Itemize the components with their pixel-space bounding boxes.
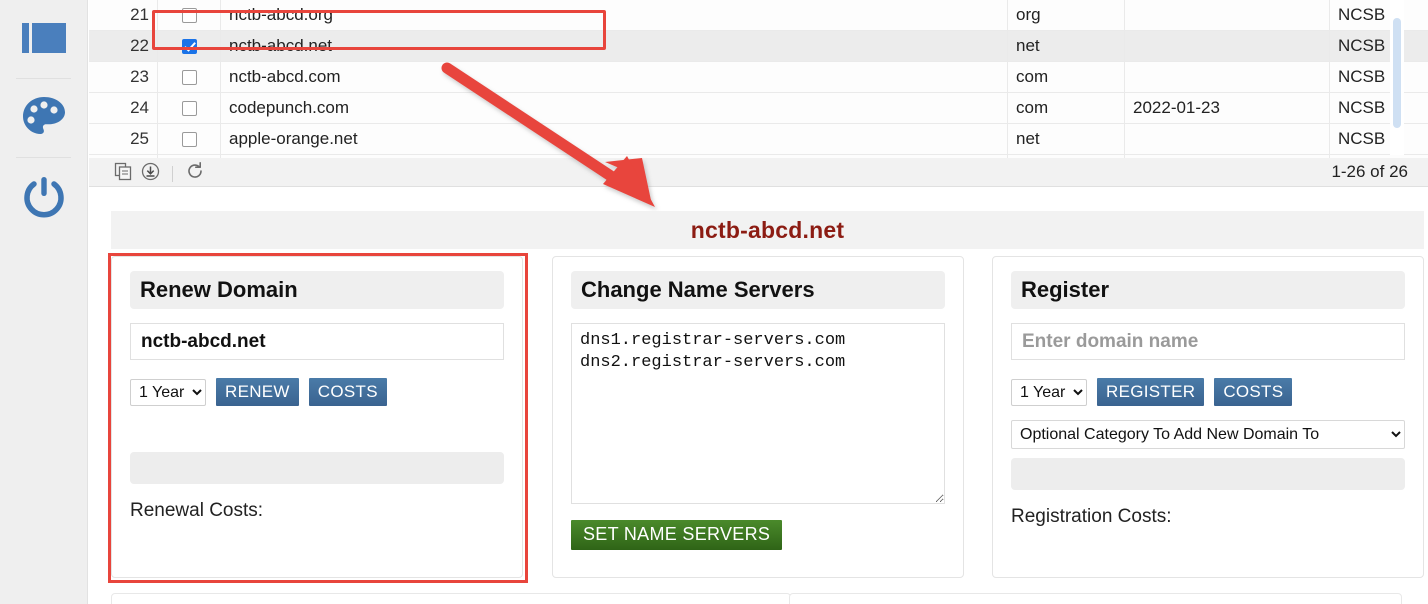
download-icon[interactable] [141, 162, 160, 186]
row-tld: org [1007, 0, 1125, 31]
domain-action-panels: Renew Domain nctb-abcd.net 1 Year RENEW … [108, 253, 1424, 583]
refresh-icon[interactable] [185, 161, 205, 186]
renew-costs-button[interactable]: COSTS [308, 378, 387, 406]
row-registrar: NCSB [1329, 61, 1428, 93]
register-category-select[interactable]: Optional Category To Add New Domain To [1011, 420, 1405, 449]
table-row[interactable]: 22 nctb-abcd.net net NCSB [89, 30, 1428, 62]
grid-pager-label: 1-26 of 26 [1331, 162, 1408, 181]
row-checkbox-cell[interactable] [157, 123, 221, 155]
renew-result-slot [130, 452, 504, 484]
sidebar-item-book[interactable] [0, 0, 87, 78]
selected-domain-title-bar: nctb-abcd.net [111, 211, 1424, 249]
row-registrar: NCSB [1329, 92, 1428, 124]
row-checkbox-checked[interactable] [181, 39, 197, 55]
row-date [1124, 61, 1330, 93]
renew-domain-input[interactable]: nctb-abcd.net [130, 323, 504, 360]
row-registrar: NCSB [1329, 123, 1428, 155]
row-tld: com [1007, 61, 1125, 93]
register-header: Register [1011, 271, 1405, 309]
row-domain[interactable]: nctb-abcd.org [220, 0, 1008, 31]
renew-domain-heading: Renew Domain [140, 277, 298, 302]
renew-controls-row: 1 Year RENEW COSTS [130, 378, 504, 406]
name-servers-button-row: SET NAME SERVERS [571, 520, 945, 550]
table-row[interactable]: 24 codepunch.com com 2022-01-23 NCSB [89, 92, 1428, 124]
row-checkbox[interactable] [181, 101, 197, 117]
grid-scrollbar-thumb[interactable] [1393, 18, 1401, 128]
row-index: 23 [89, 61, 158, 93]
row-registrar: NCSB [1329, 30, 1428, 62]
row-checkbox-cell[interactable] [157, 92, 221, 124]
row-checkbox[interactable] [181, 132, 197, 148]
name-servers-heading: Change Name Servers [581, 277, 815, 302]
toolbar-divider [172, 165, 173, 182]
power-icon [19, 172, 69, 222]
name-servers-header: Change Name Servers [571, 271, 945, 309]
row-date [1124, 30, 1330, 62]
name-servers-textarea[interactable]: dns1.registrar-servers.com dns2.registra… [571, 323, 945, 504]
sidebar-item-theme[interactable] [0, 79, 87, 157]
register-costs-button[interactable]: COSTS [1214, 378, 1293, 406]
grid-toolbar-icons [114, 161, 205, 186]
row-domain[interactable]: nctb-abcd.com [220, 61, 1008, 93]
page-title: nctb-abcd.net [690, 216, 845, 243]
row-tld: com [1007, 92, 1125, 124]
bottom-panel-left [111, 593, 791, 604]
row-index: 24 [89, 92, 158, 124]
row-index: 25 [89, 123, 158, 155]
row-checkbox[interactable] [181, 8, 197, 24]
register-domain-input[interactable]: Enter domain name [1011, 323, 1405, 360]
renew-button[interactable]: RENEW [216, 378, 299, 406]
grid-toolbar: 1-26 of 26 [89, 158, 1428, 187]
row-domain[interactable]: apple-orange.net [220, 123, 1008, 155]
register-panel: Register Enter domain name 1 Year REGIST… [992, 256, 1424, 578]
renewal-costs-caption: Renewal Costs: [130, 500, 264, 521]
row-registrar: NCSB [1329, 0, 1428, 31]
main-content: 21 nctb-abcd.org org NCSB 22 nctb-abcd.n… [89, 0, 1428, 604]
renew-domain-header: Renew Domain [130, 271, 504, 309]
row-date: 2022-01-23 [1124, 92, 1330, 124]
table-row[interactable]: 25 apple-orange.net net NCSB [89, 123, 1428, 155]
register-result-slot [1011, 458, 1405, 490]
palette-icon [20, 95, 68, 141]
row-tld: net [1007, 123, 1125, 155]
row-checkbox-cell[interactable] [157, 30, 221, 62]
table-row[interactable]: 23 nctb-abcd.com com NCSB [89, 61, 1428, 93]
row-checkbox-cell[interactable] [157, 0, 221, 31]
table-row[interactable]: 21 nctb-abcd.org org NCSB [89, 0, 1428, 31]
registration-costs-caption: Registration Costs: [1011, 506, 1172, 527]
sidebar-item-logout[interactable] [0, 158, 87, 236]
register-heading: Register [1021, 277, 1110, 302]
bottom-panel-right [789, 593, 1402, 604]
renew-domain-panel: Renew Domain nctb-abcd.net 1 Year RENEW … [108, 253, 528, 583]
row-index: 21 [89, 0, 158, 31]
set-name-servers-button[interactable]: SET NAME SERVERS [571, 520, 783, 550]
renew-term-select[interactable]: 1 Year [130, 378, 206, 406]
row-checkbox-cell[interactable] [157, 61, 221, 93]
row-tld: net [1007, 30, 1125, 62]
row-domain[interactable]: codepunch.com [220, 92, 1008, 124]
row-date [1124, 123, 1330, 155]
register-term-select[interactable]: 1 Year [1011, 378, 1087, 406]
row-domain[interactable]: nctb-abcd.net [220, 30, 1008, 62]
change-name-servers-panel: Change Name Servers dns1.registrar-serve… [552, 256, 964, 578]
register-button[interactable]: REGISTER [1097, 378, 1205, 406]
left-icon-rail [0, 0, 88, 604]
row-index: 22 [89, 30, 158, 62]
domains-grid: 21 nctb-abcd.org org NCSB 22 nctb-abcd.n… [89, 0, 1428, 186]
grid-vertical-scrollbar[interactable] [1390, 0, 1404, 155]
row-checkbox[interactable] [181, 70, 197, 86]
row-date [1124, 0, 1330, 31]
copy-icon[interactable] [114, 162, 133, 186]
book-icon [21, 22, 67, 56]
register-controls-row: 1 Year REGISTER COSTS [1011, 378, 1405, 406]
